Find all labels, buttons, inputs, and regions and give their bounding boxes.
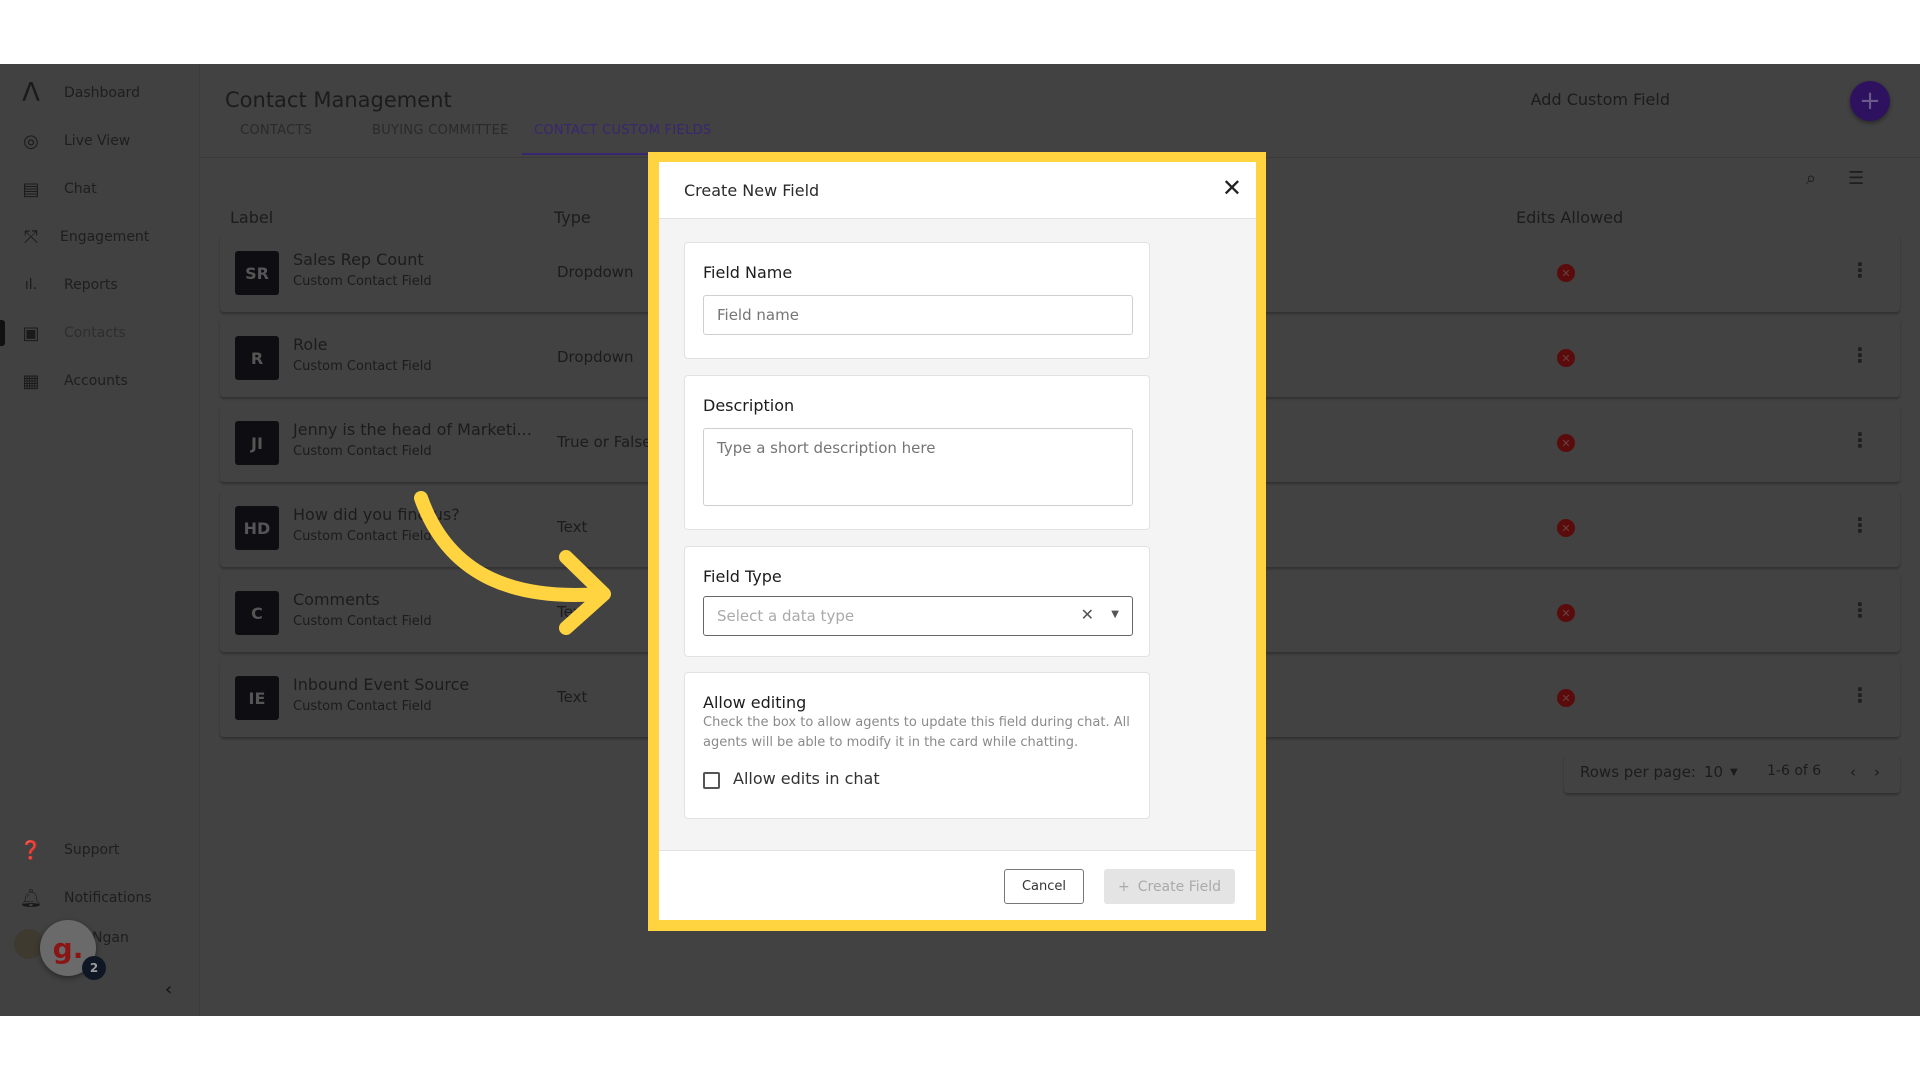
clear-icon[interactable]: ✕ [1081,605,1094,624]
allow-editing-section: Allow editing Check the box to allow age… [684,672,1150,819]
close-icon[interactable]: ✕ [1222,174,1242,202]
allow-edits-checkbox-label[interactable]: Allow edits in chat [733,769,880,788]
dialog-title: Create New Field [684,181,820,200]
field-name-input[interactable] [703,295,1133,335]
dialog-footer: Cancel + Create Field [659,850,1256,920]
create-field-button[interactable]: + Create Field [1104,869,1235,904]
description-label: Description [703,396,795,415]
dialog-header: Create New Field ✕ [659,162,1256,219]
plus-icon: + [1117,878,1130,895]
description-textarea[interactable] [703,428,1133,506]
field-name-section: Field Name [684,242,1150,359]
allow-editing-help: Check the box to allow agents to update … [703,715,1130,750]
field-type-label: Field Type [703,567,782,586]
allow-editing-label: Allow editing [703,693,807,712]
chevron-down-icon[interactable]: ▼ [1111,609,1119,620]
cancel-button[interactable]: Cancel [1004,869,1084,904]
field-type-section: Field Type Select a data type ✕ ▼ [684,546,1150,657]
description-section: Description [684,375,1150,530]
allow-edits-checkbox[interactable] [703,772,720,789]
field-type-select[interactable]: Select a data type ✕ ▼ [703,596,1133,636]
arrow-curve [414,491,607,602]
create-field-dialog: Create New Field ✕ Field Name Descriptio… [659,162,1256,920]
field-name-label: Field Name [703,263,793,282]
